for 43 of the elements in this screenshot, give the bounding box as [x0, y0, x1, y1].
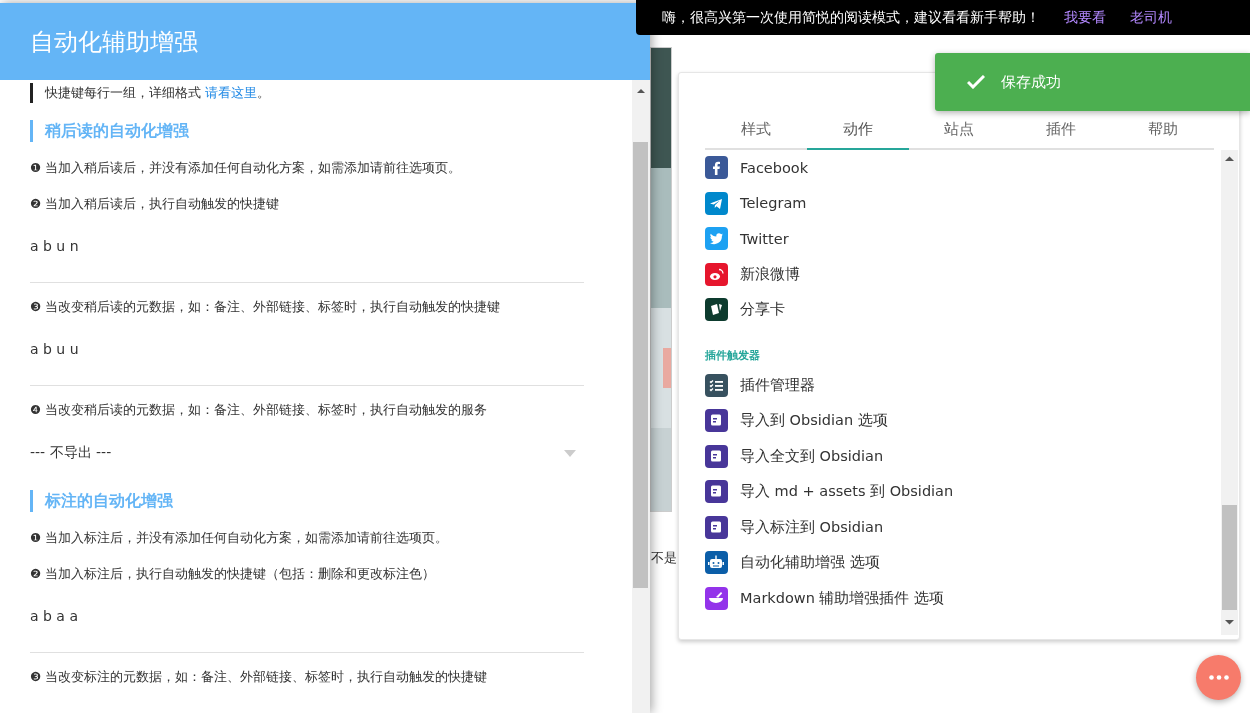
notice-text: 嗨，很高兴第一次使用简悦的阅读模式，建议看看新手帮助！ [662, 8, 1040, 27]
notice-link[interactable]: 老司机 [1130, 8, 1172, 27]
action-item[interactable]: 导入 md + assets 到 Obsidian [705, 474, 954, 510]
tab[interactable]: 帮助 [1112, 111, 1214, 150]
notice-link[interactable]: 我要看 [1064, 8, 1106, 27]
hint-text: 快捷键每行一组，详细格式 请看这里。 [30, 83, 584, 103]
shortcut-value: a b a a [30, 607, 79, 626]
section-heading: 稍后读的自动化增强 [30, 120, 584, 142]
action-item[interactable]: Markdown 辅助增强插件 选项 [705, 580, 945, 616]
more-button[interactable] [1196, 655, 1241, 700]
option-description: ❶ 当加入稍后读后，并没有添加任何自动化方案，如需添加请前往选项页。 [30, 159, 463, 177]
group-label: 插件触发器 [705, 347, 760, 362]
option-description: ❶ 当加入标注后，并没有添加任何自动化方案，如需添加请前往选项页。 [30, 529, 450, 547]
action-item[interactable]: 新浪微博 [705, 256, 800, 292]
option-description: ❷ 当加入标注后，执行自动触发的快捷键（包括：删除和更改标注色） [30, 565, 437, 583]
page-text: 不是 [651, 549, 677, 567]
action-item[interactable]: 插件管理器 [705, 367, 815, 403]
option-description: ❷ 当加入稍后读后，执行自动触发的快捷键 [30, 195, 281, 213]
tab[interactable]: 站点 [908, 111, 1011, 150]
option-description: ❸ 当改变标注的元数据，如：备注、外部链接、标签时，执行自动触发的快捷键 [30, 668, 489, 686]
action-item[interactable]: Telegram [705, 185, 807, 221]
tab[interactable]: 插件 [1010, 111, 1113, 150]
option-description: ❸ 当改变稍后读的元数据，如：备注、外部链接、标签时，执行自动触发的快捷键 [30, 298, 502, 316]
toast-text: 保存成功 [1001, 72, 1061, 92]
more-icon [1208, 675, 1229, 680]
help-link[interactable]: 请看这里 [205, 85, 258, 100]
tab[interactable]: 动作 [806, 111, 909, 150]
tab[interactable]: 样式 [705, 111, 807, 150]
action-item[interactable]: 导入标注到 Obsidian [705, 509, 884, 545]
action-item[interactable]: 分享卡 [705, 292, 785, 328]
action-item[interactable]: 导入全文到 Obsidian [705, 438, 884, 474]
shortcut-value: a b u n [30, 237, 80, 256]
section-heading: 标注的自动化增强 [30, 490, 584, 512]
caret-icon [564, 449, 576, 457]
check-icon [967, 75, 985, 89]
action-item[interactable]: 导入到 Obsidian 选项 [705, 403, 888, 439]
action-item[interactable]: Facebook [705, 150, 809, 186]
service-dropdown[interactable]: --- 不导出 --- [30, 441, 584, 465]
action-item[interactable]: 自动化辅助增强 选项 [705, 545, 880, 581]
dialog-title: 自动化辅助增强 [30, 26, 198, 58]
shortcut-value: a b u u [30, 340, 80, 359]
action-item[interactable]: Twitter [705, 221, 789, 257]
option-description: ❹ 当改变稍后读的元数据，如：备注、外部链接、标签时，执行自动触发的服务 [30, 401, 489, 419]
